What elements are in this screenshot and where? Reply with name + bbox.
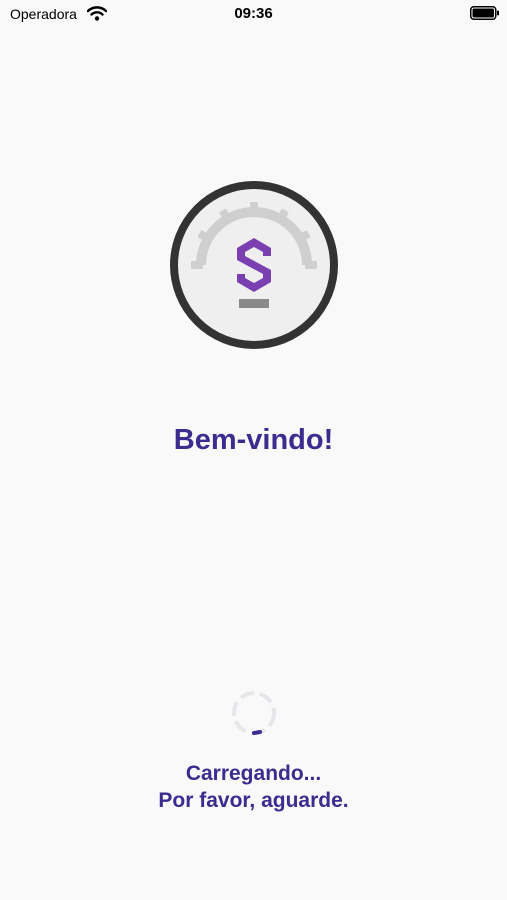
status-time: 09:36 [234,5,273,22]
welcome-title: Bem-vindo! [173,424,334,456]
battery-icon [470,6,499,20]
status-bar: Operadora 09:36 [0,0,507,28]
loading-spinner-icon [232,691,276,735]
loading-message: Carregando... Por favor, aguarde. [0,760,507,814]
loading-line-1: Carregando... [185,762,322,785]
app-logo-gauge-icon [170,181,338,349]
loading-line-2: Por favor, aguarde. [158,789,349,812]
